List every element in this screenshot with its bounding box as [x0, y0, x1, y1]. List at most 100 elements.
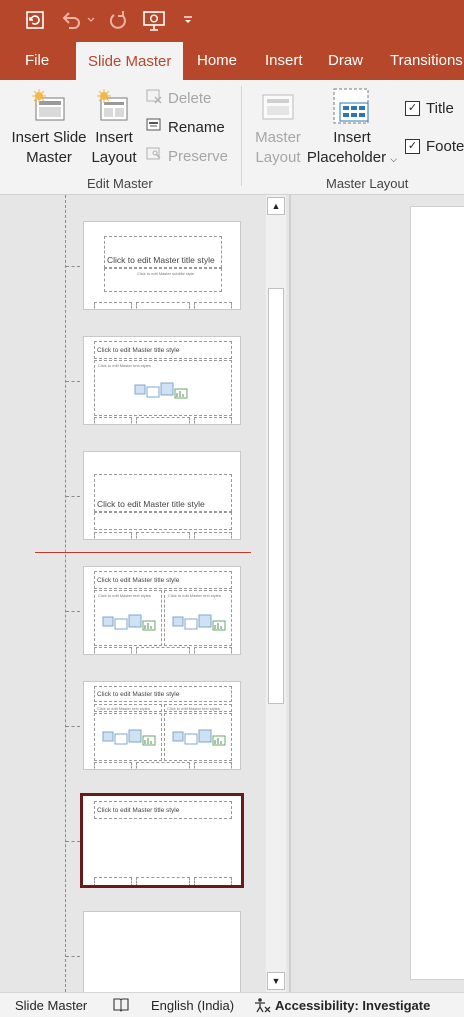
group-label-edit-master: Edit Master — [87, 176, 153, 191]
heading-placeholder-right: Click to edit Master text styles — [164, 704, 232, 712]
title-placeholder: Click to edit Master title style — [104, 236, 222, 268]
subtitle-placeholder: Click to edit Master subtitle style — [104, 268, 222, 292]
ribbon-tabs: File Slide Master Home Insert Draw Trans… — [0, 40, 464, 80]
footer-placeholder — [136, 417, 190, 424]
redo-icon[interactable] — [105, 8, 131, 32]
layout-thumbnail-title-only[interactable]: Click to edit Master title style — [80, 793, 244, 888]
checkbox-checked-icon: ✓ — [405, 101, 420, 116]
tab-draw[interactable]: Draw — [328, 40, 363, 80]
insert-slide-master-icon — [8, 88, 90, 128]
tab-file[interactable]: File — [25, 40, 49, 80]
slide-number-placeholder — [194, 417, 232, 424]
insert-layout-button[interactable]: Insert Layout — [88, 88, 140, 168]
tree-branch — [66, 266, 80, 267]
slide-thumbnail-pane[interactable]: Click to edit Master title style Click t… — [0, 195, 264, 992]
autosave-icon[interactable] — [22, 8, 48, 32]
tab-home[interactable]: Home — [197, 40, 237, 80]
slide-number-placeholder — [194, 532, 232, 539]
content-placeholder-left — [94, 713, 162, 761]
content-placeholder-right: Click to edit Master text styles — [164, 590, 232, 646]
tree-branch — [66, 381, 80, 382]
preserve-button[interactable]: Preserve — [146, 146, 228, 166]
ribbon: Insert Slide Master Insert Layout Delete… — [0, 80, 464, 195]
tree-connector-line — [65, 195, 66, 992]
date-placeholder — [94, 762, 132, 769]
chevron-down-icon: ⌵ — [390, 154, 398, 164]
thumbnail-pane-scrollbar[interactable]: ▲ ▼ — [266, 195, 286, 992]
status-accessibility[interactable]: Accessibility: Investigate — [275, 998, 430, 1013]
content-placeholder-icon — [172, 614, 226, 631]
tab-insert[interactable]: Insert — [265, 40, 303, 80]
undo-icon[interactable] — [58, 8, 84, 32]
tab-slide-master[interactable]: Slide Master — [76, 42, 184, 80]
text-placeholder — [94, 512, 232, 530]
status-view-name[interactable]: Slide Master — [15, 998, 87, 1013]
master-layout-icon — [250, 88, 306, 128]
content-placeholder-left: Click to edit Master text styles — [94, 590, 162, 646]
footer-placeholder — [136, 762, 190, 769]
slide-number-placeholder — [194, 762, 232, 769]
slide-number-placeholder — [194, 647, 232, 654]
status-language[interactable]: English (India) — [151, 998, 234, 1013]
title-bar — [0, 0, 464, 40]
content-placeholder-icon — [102, 614, 156, 631]
insertion-marker — [35, 552, 251, 553]
tree-branch — [66, 611, 80, 612]
rename-icon — [146, 117, 162, 137]
content-placeholder-icon — [102, 729, 156, 746]
date-placeholder — [94, 417, 132, 424]
layout-thumbnail-title-content[interactable]: Click to edit Master title style Click t… — [83, 336, 241, 425]
tree-branch — [66, 841, 80, 842]
tree-branch — [66, 726, 80, 727]
date-placeholder — [94, 877, 132, 885]
content-placeholder-icon — [172, 729, 226, 746]
title-placeholder: Click to edit Master title style — [94, 801, 232, 819]
slide-number-placeholder — [194, 877, 232, 885]
footers-checkbox[interactable]: ✓ Foote — [405, 138, 464, 155]
layout-thumbnail-section-header[interactable]: Click to edit Master title style — [83, 451, 241, 540]
status-bar: Slide Master English (India) Accessibili… — [0, 992, 464, 1017]
title-checkbox[interactable]: ✓ Title — [405, 100, 454, 117]
heading-placeholder-left: Click to edit Master text styles — [94, 704, 162, 712]
slide-number-placeholder — [194, 302, 232, 309]
customize-qat-icon[interactable] — [180, 8, 196, 32]
footer-placeholder — [136, 302, 190, 309]
date-placeholder — [94, 302, 132, 309]
accessibility-icon[interactable] — [253, 997, 271, 1016]
layout-thumbnail-title-slide[interactable]: Click to edit Master title style Click t… — [83, 221, 241, 310]
checkbox-checked-icon: ✓ — [405, 139, 420, 154]
footer-placeholder — [136, 647, 190, 654]
master-layout-button[interactable]: Master Layout — [250, 88, 306, 168]
ribbon-group-separator — [241, 86, 242, 186]
date-placeholder — [94, 647, 132, 654]
preserve-pin-icon — [146, 146, 162, 166]
tab-transitions[interactable]: Transitions — [390, 40, 463, 80]
layout-thumbnail-comparison[interactable]: Click to edit Master title style Click t… — [83, 681, 241, 770]
delete-button[interactable]: Delete — [146, 88, 211, 108]
spelling-check-icon[interactable] — [112, 997, 130, 1015]
scroll-down-arrow-icon[interactable]: ▼ — [267, 972, 285, 990]
layout-thumbnail-two-content[interactable]: Click to edit Master title style Click t… — [83, 566, 241, 655]
slide-editing-area[interactable] — [291, 195, 464, 992]
footer-placeholder — [136, 877, 190, 885]
title-placeholder: Click to edit Master title style — [94, 571, 232, 589]
content-placeholder-icon — [134, 382, 188, 399]
title-placeholder: Click to edit Master title style — [94, 474, 232, 512]
scroll-up-arrow-icon[interactable]: ▲ — [267, 197, 285, 215]
layout-thumbnail-blank[interactable] — [83, 911, 241, 992]
present-from-start-icon[interactable] — [141, 8, 167, 32]
scrollbar-thumb[interactable] — [268, 288, 284, 704]
rename-button[interactable]: Rename — [146, 117, 225, 137]
insert-slide-master-button[interactable]: Insert Slide Master — [8, 88, 90, 168]
insert-placeholder-icon — [304, 88, 400, 128]
footer-placeholder — [136, 532, 190, 539]
title-placeholder: Click to edit Master title style — [94, 686, 232, 702]
group-label-master-layout: Master Layout — [326, 176, 409, 191]
tree-branch — [66, 956, 80, 957]
content-placeholder: Click to edit Master text styles — [94, 360, 232, 416]
title-placeholder: Click to edit Master title style — [94, 341, 232, 359]
slide-canvas[interactable] — [410, 206, 464, 980]
insert-layout-icon — [88, 88, 140, 128]
insert-placeholder-button[interactable]: Insert Placeholder ⌵ — [304, 88, 400, 169]
undo-dropdown-chevron-icon[interactable] — [85, 8, 97, 32]
